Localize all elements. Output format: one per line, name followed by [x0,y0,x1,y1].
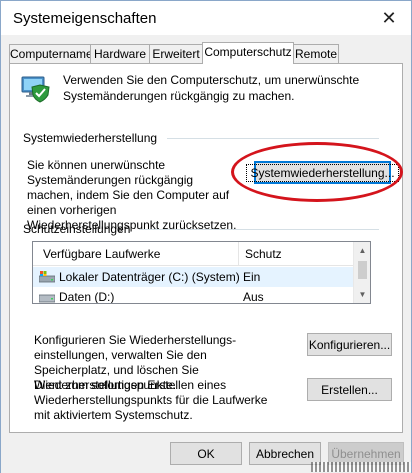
close-button[interactable]: ✕ [367,1,411,35]
tab-remote[interactable]: Remote [293,44,339,64]
column-header-drives[interactable]: Verfügbare Laufwerke [37,242,160,266]
tab-computerschutz[interactable]: Computerschutz [202,42,294,64]
create-description: Dient zum sofortigen Erstellen eines Wie… [34,378,268,422]
tab-label: Remote [294,47,338,61]
title-bar: Systemeigenschaften ✕ [1,1,411,35]
system-protection-shield-icon [21,76,50,103]
protection-group-label: Schutzeinstellungen [23,222,131,236]
drive-name: Lokaler Datenträger (C:) (System) [59,270,240,284]
configure-button[interactable]: Konfigurieren... [307,333,392,356]
tab-label: Computername [10,47,93,61]
protection-status: Aus [243,290,264,304]
listview-header: Verfügbare Laufwerke Schutz [33,242,353,266]
tab-computername[interactable]: Computername [9,44,93,64]
system-drive-icon [39,271,55,283]
protection-status: Ein [243,270,261,284]
intro-text: Verwenden Sie den Computerschutz, um une… [63,73,360,103]
column-header-protection[interactable]: Schutz [239,242,282,266]
drive-icon [39,294,55,303]
drives-listview[interactable]: Verfügbare Laufwerke Schutz Lokaler Date… [32,241,371,304]
create-button[interactable]: Erstellen... [307,378,392,401]
watermark-strip [311,462,411,472]
table-row[interactable]: Daten (D:) Aus [33,287,353,304]
tab-hardware[interactable]: Hardware [90,44,150,64]
tab-label: Hardware [93,47,147,61]
scroll-down-arrow-icon[interactable]: ▼ [354,286,370,303]
restore-group-label: Systemwiederherstellung [23,131,158,145]
window-title: Systemeigenschaften [13,10,157,27]
system-properties-window: Systemeigenschaften ✕ Computername Hardw… [0,0,412,473]
cancel-button-label: Abbrechen [255,446,315,461]
ok-button-label: OK [197,446,215,461]
system-restore-button[interactable]: Systemwiederherstellung... [246,161,399,184]
create-button-label: Erstellen... [321,382,378,397]
drive-name: Daten (D:) [59,290,115,304]
group-divider [139,229,379,230]
tab-label: Computerschutz [204,45,292,59]
tab-erweitert[interactable]: Erweitert [149,44,203,64]
vertical-scrollbar[interactable]: ▲ ▼ [353,242,370,303]
scroll-up-arrow-icon[interactable]: ▲ [354,242,370,259]
close-icon: ✕ [381,7,397,28]
tab-label: Erweitert [152,47,200,61]
configure-button-label: Konfigurieren... [308,337,391,352]
ok-button[interactable]: OK [170,442,242,465]
group-divider [167,138,379,139]
scrollbar-thumb[interactable] [358,261,367,279]
table-row[interactable]: Lokaler Datenträger (C:) (System) Ein [33,267,353,287]
system-restore-button-label: Systemwiederherstellung... [246,163,399,182]
apply-button-label: Übernehmen [331,446,401,461]
